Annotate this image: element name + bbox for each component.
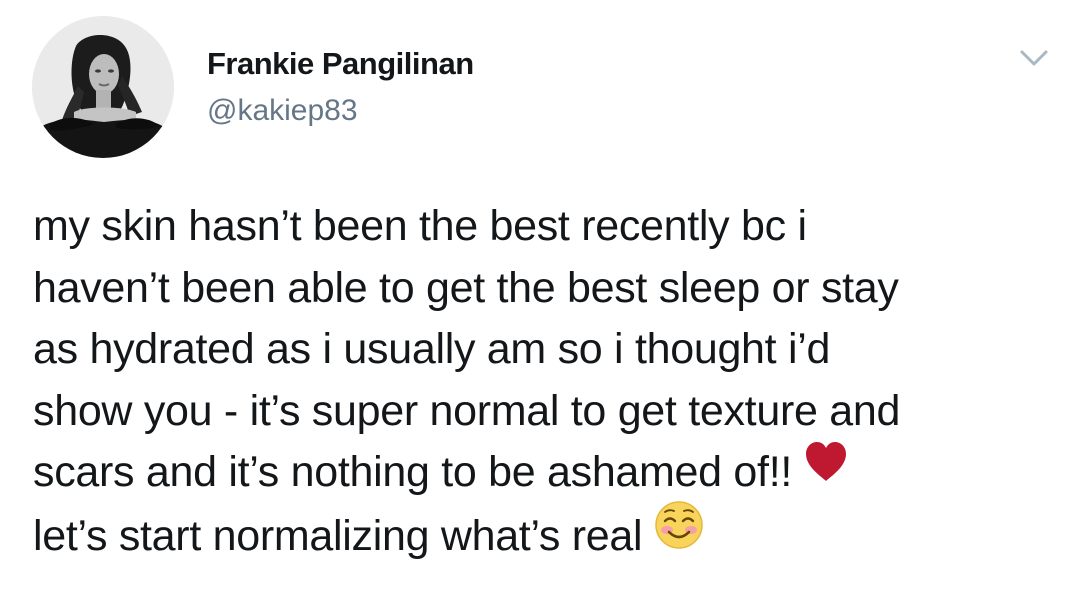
smiling-face-with-blush-icon — [654, 500, 704, 568]
tweet-text-line: haven’t been able to get the best sleep … — [33, 263, 899, 312]
tweet-text-segment: scars and it’s nothing to be ashamed of!… — [33, 448, 792, 496]
tweet-card: Frankie Pangilinan @kakiep83 my skin has… — [0, 0, 1080, 591]
avatar-photo — [32, 16, 174, 158]
tweet-text-line: my skin hasn’t been the best recently bc… — [33, 202, 807, 250]
tweet-text-line-with-emoji: let’s start normalizing what’s real — [33, 501, 1063, 573]
tweet-text-line: as hydrated as i usually am so i thought… — [33, 325, 831, 373]
avatar[interactable] — [32, 16, 174, 158]
tweet-text-segment: let’s start normalizing what’s real — [33, 512, 643, 561]
author-name[interactable]: Frankie Pangilinan — [207, 46, 474, 82]
tweet-text-line: show you - it’s super normal to get text… — [33, 386, 901, 435]
author-handle[interactable]: @kakiep83 — [207, 94, 358, 128]
chevron-down-icon[interactable] — [1016, 44, 1052, 74]
tweet-text: my skin hasn’t been the best recently bc… — [33, 196, 1063, 573]
tweet-text-line-with-heart: scars and it’s nothing to be ashamed of!… — [33, 439, 1063, 505]
red-heart-icon — [804, 439, 848, 501]
